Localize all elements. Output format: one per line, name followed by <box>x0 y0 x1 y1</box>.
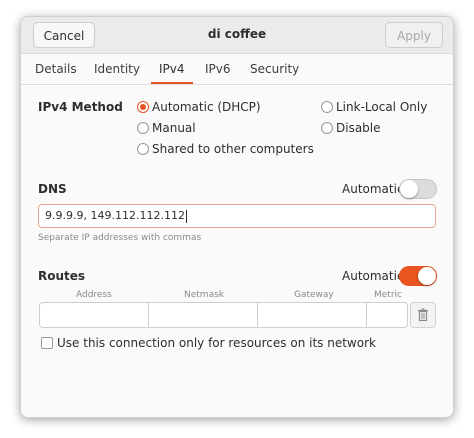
dns-hint: Separate IP addresses with commas <box>38 233 202 243</box>
option-shared-label[interactable]: Shared to other computers <box>152 142 314 156</box>
only-resources-checkbox[interactable] <box>41 337 53 349</box>
trash-icon <box>418 308 428 322</box>
only-resources-label[interactable]: Use this connection only for resources o… <box>57 336 376 350</box>
delete-route-button[interactable] <box>410 302 436 328</box>
radio-manual[interactable] <box>137 122 149 134</box>
dns-automatic-toggle[interactable] <box>399 179 437 199</box>
route-netmask-input[interactable] <box>148 302 258 328</box>
tab-security[interactable]: Security <box>250 54 299 84</box>
route-metric-input[interactable] <box>366 302 408 328</box>
tab-details[interactable]: Details <box>35 54 77 84</box>
tab-identity[interactable]: Identity <box>94 54 140 84</box>
dns-servers-value: 9.9.9.9, 149.112.112.112 <box>45 209 185 222</box>
column-header-metric: Metric <box>374 290 402 300</box>
tab-ipv4[interactable]: IPv4 <box>151 54 192 84</box>
option-manual-label[interactable]: Manual <box>152 121 196 135</box>
radio-link-local-only[interactable] <box>321 101 333 113</box>
toggle-knob <box>418 267 436 285</box>
dns-label: DNS <box>38 182 67 196</box>
option-disable-label[interactable]: Disable <box>336 121 381 135</box>
radio-shared-to-other-computers[interactable] <box>137 143 149 155</box>
route-address-input[interactable] <box>39 302 149 328</box>
route-gateway-input[interactable] <box>257 302 367 328</box>
routes-automatic-toggle[interactable] <box>399 266 437 286</box>
title-bar: Cancel di coffee Apply <box>21 17 453 54</box>
toggle-knob <box>400 180 418 198</box>
apply-button[interactable]: Apply <box>385 22 443 48</box>
column-header-gateway: Gateway <box>294 290 334 300</box>
tab-ipv6[interactable]: IPv6 <box>205 54 231 84</box>
radio-disable[interactable] <box>321 122 333 134</box>
dns-servers-input[interactable]: 9.9.9.9, 149.112.112.112 <box>38 204 436 228</box>
column-header-address: Address <box>76 290 112 300</box>
routes-label: Routes <box>38 269 86 283</box>
text-cursor <box>185 209 187 223</box>
apply-label: Apply <box>397 29 431 43</box>
option-automatic-dhcp-label[interactable]: Automatic (DHCP) <box>152 100 261 114</box>
dns-automatic-label: Automatic <box>342 182 404 196</box>
routes-automatic-label: Automatic <box>342 269 404 283</box>
option-link-local-only-label[interactable]: Link-Local Only <box>336 100 427 114</box>
tab-bar: Details Identity IPv4 IPv6 Security <box>21 54 453 85</box>
ipv4-method-label: IPv4 Method <box>38 100 123 114</box>
radio-automatic-dhcp[interactable] <box>137 101 149 113</box>
column-header-netmask: Netmask <box>184 290 224 300</box>
connection-settings-dialog: Cancel di coffee Apply Details Identity … <box>20 16 454 418</box>
